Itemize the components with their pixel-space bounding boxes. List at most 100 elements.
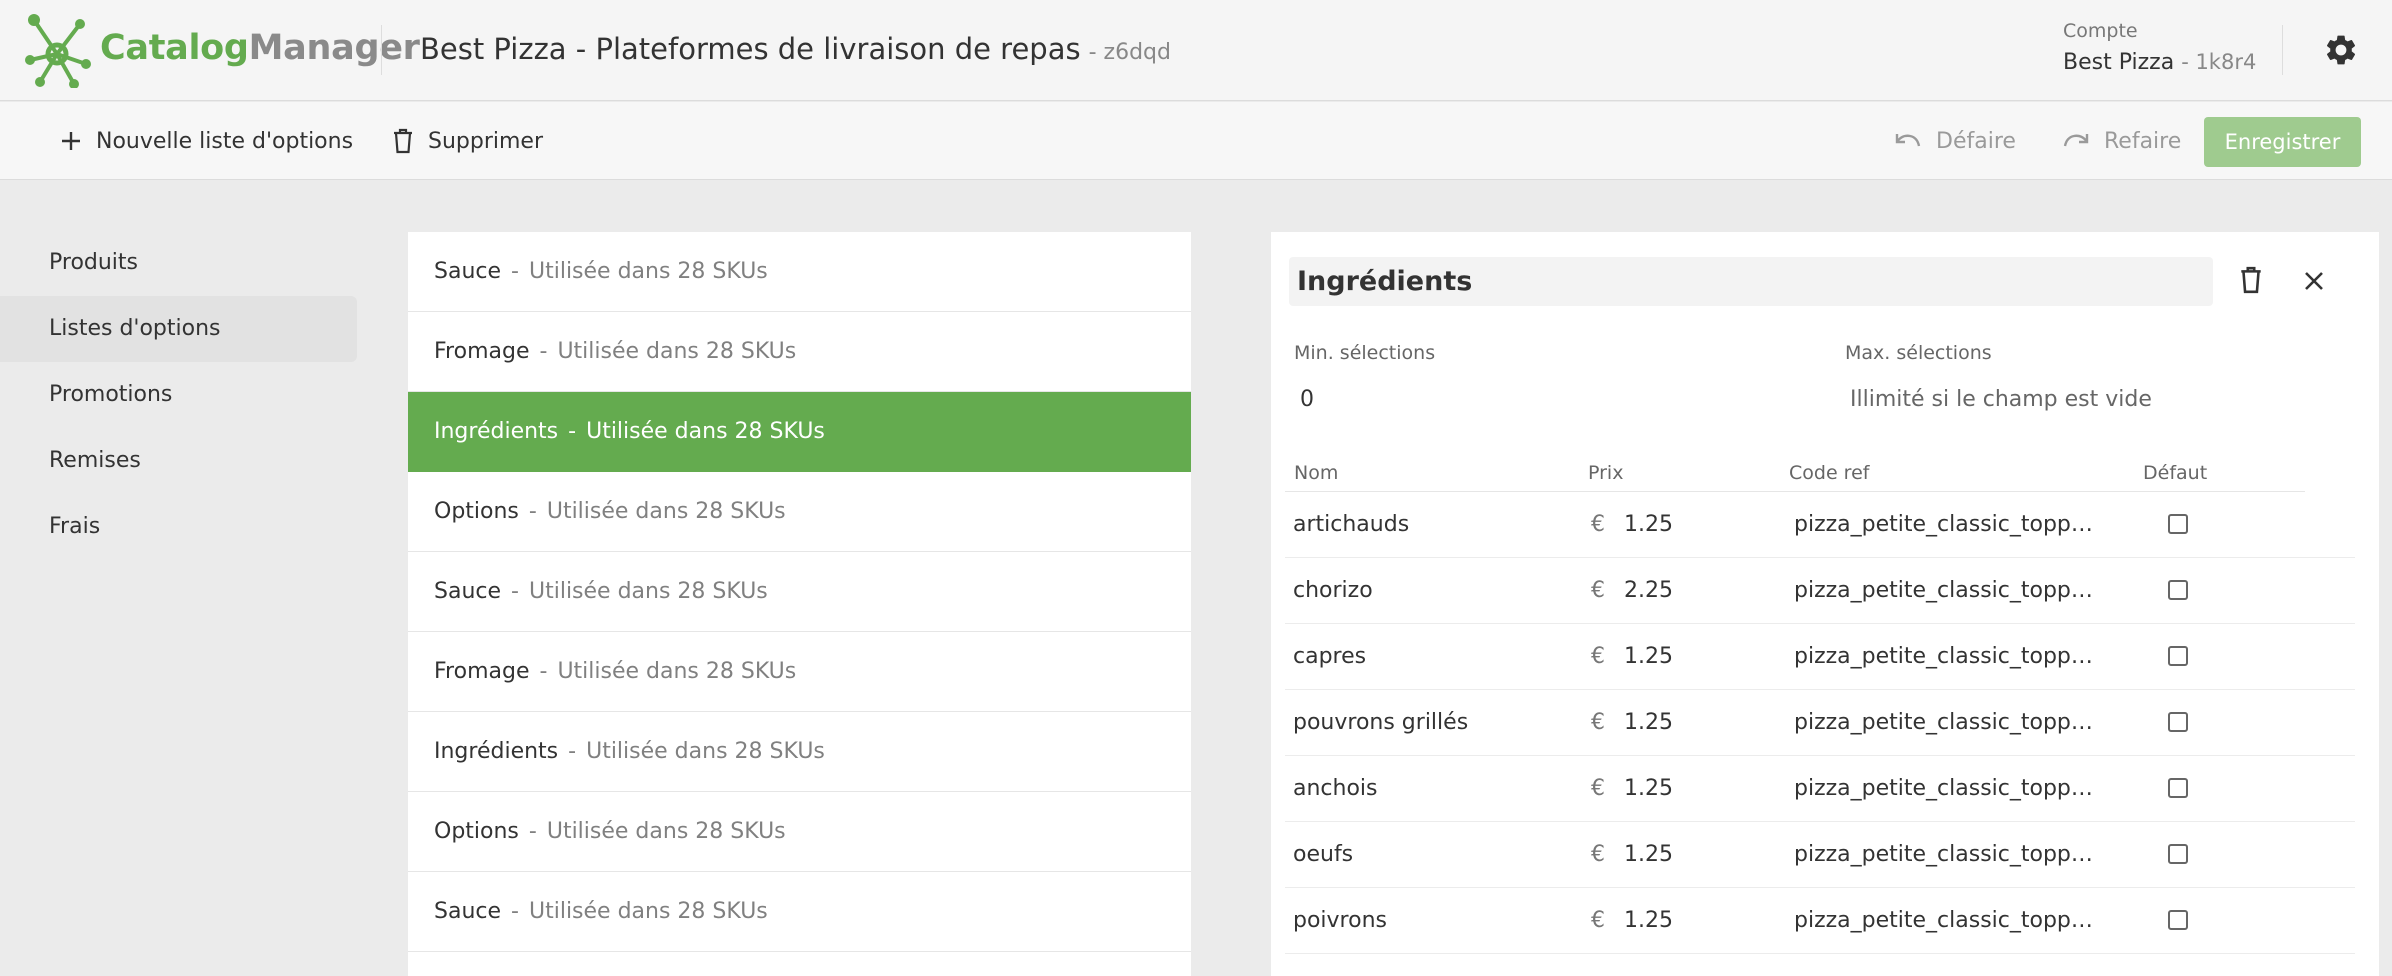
item-price-cell[interactable]: 1.25 bbox=[1624, 644, 1673, 669]
item-name-cell[interactable]: oeufs bbox=[1293, 842, 1353, 867]
delete-button[interactable]: Supprimer bbox=[392, 102, 543, 180]
option-list-panel: Sauce - Utilisée dans 28 SKUs Fromage - Utili… bbox=[408, 232, 1191, 976]
table-row[interactable]: capres €1.25 pizza_petite_classic_toppings… bbox=[1285, 624, 2355, 690]
logo-wordmark: CatalogManager bbox=[100, 28, 420, 68]
min-selections-input[interactable]: 0 bbox=[1300, 387, 1314, 412]
page-title: Best Pizza - Plateformes de livraison de… bbox=[420, 32, 1171, 66]
item-ref-cell[interactable]: pizza_petite_classic_toppings_anchois bbox=[1794, 776, 2097, 801]
item-ref-cell[interactable]: pizza_petite_classic_toppings_pouvrons bbox=[1794, 710, 2097, 735]
option-list-item-separator: - bbox=[511, 259, 519, 284]
sidebar-item[interactable]: Remises bbox=[0, 428, 357, 494]
redo-label: Refaire bbox=[2104, 128, 2182, 154]
sidebar-nav: Produits Listes d'options Promotions Remise… bbox=[0, 230, 357, 560]
table-row[interactable]: oeufs €1.25 pizza_petite_classic_toppings_… bbox=[1285, 822, 2355, 888]
option-list-item-usage: Utilisée dans 28 SKUs bbox=[586, 419, 825, 444]
undo-button[interactable]: Défaire bbox=[1894, 102, 2016, 180]
option-list-item-separator: - bbox=[511, 579, 519, 604]
redo-button[interactable]: Refaire bbox=[2062, 102, 2181, 180]
delete-label: Supprimer bbox=[428, 128, 544, 154]
default-checkbox[interactable] bbox=[2168, 514, 2188, 534]
option-list-item-separator: - bbox=[539, 339, 548, 364]
min-selections-label: Min. sélections bbox=[1294, 342, 1436, 364]
item-price-cell[interactable]: 1.25 bbox=[1624, 776, 1673, 801]
sidebar-item[interactable]: Listes d'options bbox=[0, 296, 357, 362]
page-title-code: - z6dqd bbox=[1088, 40, 1171, 65]
default-checkbox[interactable] bbox=[2168, 910, 2188, 930]
option-list-item[interactable]: Ingrédients - Utilisée dans 28 SKUs bbox=[408, 392, 1191, 472]
undo-icon bbox=[1895, 134, 1921, 147]
item-price-cell[interactable]: 1.25 bbox=[1624, 710, 1673, 735]
option-list-item[interactable]: Fromage - Utilisée dans 28 SKUs bbox=[408, 312, 1191, 392]
option-list-item[interactable]: Sauce - Utilisée dans 28 SKUs bbox=[408, 872, 1191, 952]
option-list-item-usage: Utilisée dans 28 SKUs bbox=[546, 819, 786, 844]
item-ref-cell[interactable]: pizza_petite_classic_toppings_poivrons bbox=[1794, 908, 2097, 933]
table-row[interactable]: chorizo €2.25 pizza_petite_classic_topping… bbox=[1285, 558, 2355, 624]
column-header-default: Défaut bbox=[2143, 462, 2208, 484]
sidebar-item[interactable]: Promotions bbox=[0, 362, 357, 428]
item-name-cell[interactable]: chorizo bbox=[1293, 578, 1373, 603]
sidebar-item[interactable]: Frais bbox=[0, 494, 357, 560]
option-list-item[interactable]: Sauce - Utilisée dans 28 SKUs bbox=[408, 232, 1191, 312]
new-option-list-label: Nouvelle liste d'options bbox=[96, 128, 354, 154]
option-list-item-usage: Utilisée dans 28 SKUs bbox=[546, 499, 786, 524]
table-row[interactable]: poivrons €1.25 pizza_petite_classic_toppin… bbox=[1285, 888, 2355, 954]
option-list-item-name: Ingrédients bbox=[434, 419, 559, 444]
account-name: Best Pizza - 1k8r4 bbox=[2063, 50, 2257, 75]
new-option-list-button[interactable]: Nouvelle liste d'options bbox=[60, 102, 353, 180]
currency-symbol: € bbox=[1591, 776, 1605, 801]
option-list-item-separator: - bbox=[511, 899, 519, 924]
option-list-item[interactable]: Options - Utilisée dans 28 SKUs bbox=[408, 472, 1191, 552]
item-name-cell[interactable]: poivrons bbox=[1293, 908, 1387, 933]
option-list-item-usage: Utilisée dans 28 SKUs bbox=[528, 899, 768, 924]
close-icon[interactable] bbox=[2303, 270, 2325, 292]
item-ref-cell[interactable]: pizza_petite_classic_toppings_oeufs bbox=[1794, 842, 2097, 867]
table-row[interactable]: anchois €1.25 pizza_petite_classic_topping… bbox=[1285, 756, 2355, 822]
option-list-item-name: Fromage bbox=[434, 339, 530, 364]
max-selections-input[interactable]: Illimité si le champ est vide bbox=[1850, 387, 2152, 412]
table-row[interactable]: pouvrons grillés €1.25 pizza_petite_classi… bbox=[1285, 690, 2355, 756]
default-checkbox[interactable] bbox=[2168, 646, 2188, 666]
plus-icon bbox=[62, 132, 80, 150]
table-row[interactable]: artichauds €1.25 pizza_petite_classic_topp… bbox=[1285, 492, 2355, 558]
item-ref-cell[interactable]: pizza_petite_classic_toppings_chorizo bbox=[1794, 578, 2097, 603]
item-price-cell[interactable]: 1.25 bbox=[1624, 512, 1673, 537]
option-list-item-usage: Utilisée dans 28 SKUs bbox=[557, 339, 797, 364]
item-name-cell[interactable]: pouvrons grillés bbox=[1293, 710, 1468, 735]
header-divider bbox=[381, 25, 382, 75]
option-list-item-separator: - bbox=[568, 739, 577, 764]
currency-symbol: € bbox=[1591, 710, 1605, 735]
option-list-item-name: Options bbox=[434, 819, 519, 844]
item-price-cell[interactable]: 1.25 bbox=[1624, 908, 1673, 933]
default-checkbox[interactable] bbox=[2168, 844, 2188, 864]
item-ref-cell[interactable]: pizza_petite_classic_toppings_artichauds bbox=[1794, 512, 2097, 537]
delete-list-icon[interactable] bbox=[2239, 266, 2263, 294]
item-ref-cell[interactable]: pizza_petite_classic_toppings_capres bbox=[1794, 644, 2097, 669]
save-button[interactable]: Enregistrer bbox=[2204, 117, 2361, 167]
item-price-cell[interactable]: 1.25 bbox=[1624, 842, 1673, 867]
option-list-item-usage: Utilisée dans 28 SKUs bbox=[586, 739, 825, 764]
option-list-item-name: Sauce bbox=[434, 899, 502, 924]
item-name-cell[interactable]: anchois bbox=[1293, 776, 1378, 801]
default-checkbox[interactable] bbox=[2168, 778, 2188, 798]
currency-symbol: € bbox=[1591, 512, 1605, 537]
option-list-item[interactable]: Sauce - Utilisée dans 28 SKUs bbox=[408, 552, 1191, 632]
option-list-item-name: Options bbox=[434, 499, 519, 524]
redo-icon bbox=[2063, 134, 2089, 147]
default-checkbox[interactable] bbox=[2168, 580, 2188, 600]
option-list-name-input[interactable] bbox=[1289, 257, 2213, 306]
max-selections-label: Max. sélections bbox=[1845, 342, 1992, 364]
header-divider-right bbox=[2282, 25, 2283, 75]
option-list-item-usage: Utilisée dans 28 SKUs bbox=[528, 579, 768, 604]
item-name-cell[interactable]: capres bbox=[1293, 644, 1366, 669]
sidebar-item[interactable]: Produits bbox=[0, 230, 357, 296]
option-list-item[interactable]: Options - Utilisée dans 28 SKUs bbox=[408, 792, 1191, 872]
option-list-item-name: Fromage bbox=[434, 659, 530, 684]
gear-icon[interactable] bbox=[2323, 32, 2359, 68]
item-name-cell[interactable]: artichauds bbox=[1293, 512, 1409, 537]
item-price-cell[interactable]: 2.25 bbox=[1624, 578, 1673, 603]
default-checkbox[interactable] bbox=[2168, 712, 2188, 732]
option-list-item[interactable]: Ingrédients - Utilisée dans 28 SKUs bbox=[408, 712, 1191, 792]
option-list-item[interactable]: Fromage - Utilisée dans 28 SKUs bbox=[408, 632, 1191, 712]
currency-symbol: € bbox=[1591, 842, 1605, 867]
option-list-item-name: Ingrédients bbox=[434, 739, 559, 764]
